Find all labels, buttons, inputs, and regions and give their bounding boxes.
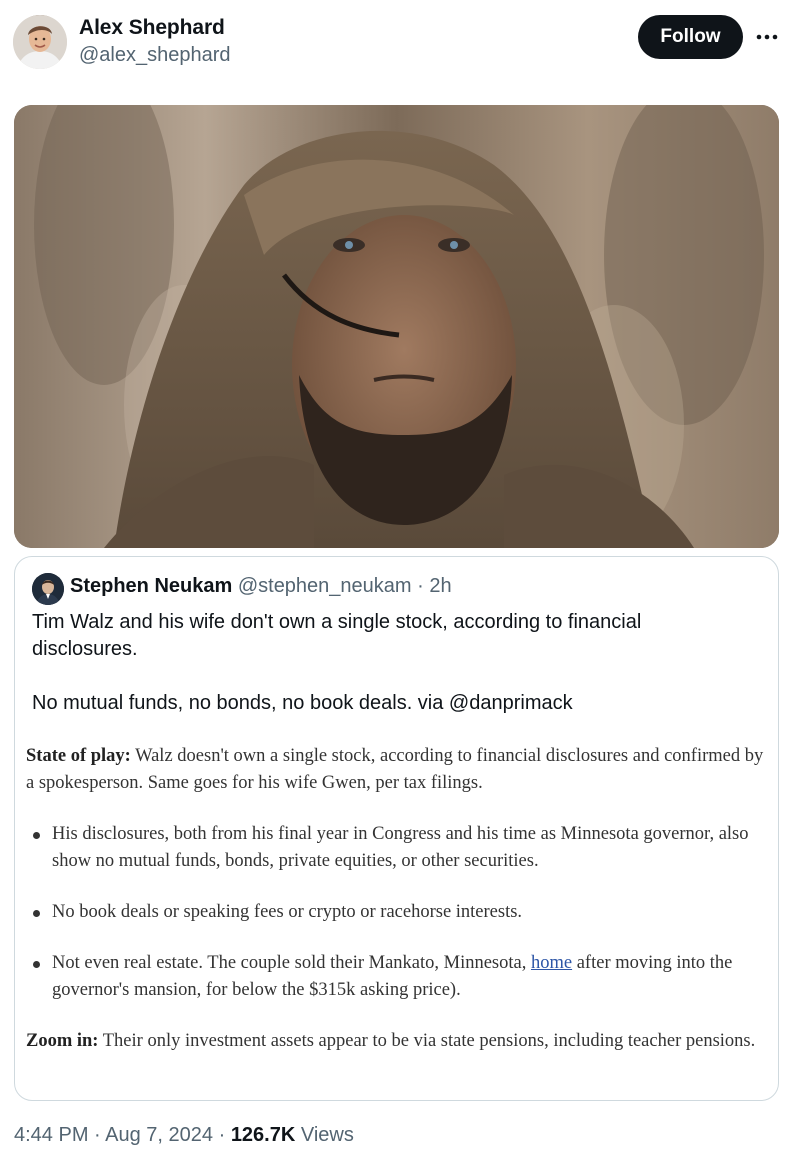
quoted-tweet-card[interactable]: Stephen Neukam @stephen_neukam · 2h Tim … (14, 556, 779, 1101)
zoom-in-label: Zoom in: (26, 1031, 99, 1051)
avatar-photo-icon (32, 573, 64, 605)
bullet-item: Not even real estate. The couple sold th… (26, 950, 776, 1004)
quoted-time[interactable]: 2h (429, 575, 451, 597)
state-of-play-paragraph: State of play: Walz doesn't own a single… (26, 743, 776, 797)
quoted-text-line: Tim Walz and his wife don't own a single… (32, 611, 642, 660)
article-bullet-list: His disclosures, both from his final yea… (26, 821, 776, 1004)
avatar-photo-icon (13, 15, 67, 69)
state-of-play-label: State of play: (26, 746, 131, 766)
views-label: Views (295, 1124, 354, 1146)
quoted-text-line: No mutual funds, no bonds, no book deals… (32, 692, 573, 714)
more-horizontal-icon (756, 34, 778, 40)
quoted-handle[interactable]: @stephen_neukam (238, 575, 412, 597)
bullet-text: Not even real estate. The couple sold th… (52, 953, 531, 973)
more-options-button[interactable] (752, 22, 782, 52)
quoted-author-avatar[interactable] (32, 573, 64, 605)
bullet-item: No book deals or speaking fees or crypto… (26, 899, 776, 926)
quoted-display-name[interactable]: Stephen Neukam (70, 575, 232, 597)
author-handle[interactable]: @alex_shephard (79, 44, 231, 67)
separator-dot: · (88, 1124, 106, 1146)
state-of-play-text: Walz doesn't own a single stock, accordi… (26, 746, 764, 793)
author-display-name[interactable]: Alex Shephard (79, 16, 225, 40)
home-link[interactable]: home (531, 953, 572, 973)
tweet-photo[interactable] (14, 105, 779, 548)
article-screenshot: State of play: Walz doesn't own a single… (26, 743, 776, 1055)
separator-dot: · (411, 575, 430, 597)
author-avatar[interactable] (13, 15, 67, 69)
photo-hooded-man-image (14, 105, 779, 548)
tweet-time[interactable]: 4:44 PM (14, 1124, 88, 1146)
follow-button[interactable]: Follow (638, 15, 743, 59)
zoom-in-text: Their only investment assets appear to b… (98, 1031, 756, 1051)
quoted-header: Stephen Neukam @stephen_neukam · 2h (70, 575, 452, 598)
zoom-in-paragraph: Zoom in: Their only investment assets ap… (26, 1028, 776, 1055)
quoted-tweet-text: Tim Walz and his wife don't own a single… (32, 609, 732, 717)
bullet-item: His disclosures, both from his final yea… (26, 821, 776, 875)
views-count: 126.7K (230, 1124, 296, 1146)
separator-dot: · (213, 1124, 231, 1146)
tweet-meta: 4:44 PM · Aug 7, 2024 · 126.7K Views (14, 1124, 354, 1147)
tweet-date[interactable]: Aug 7, 2024 (105, 1124, 213, 1146)
